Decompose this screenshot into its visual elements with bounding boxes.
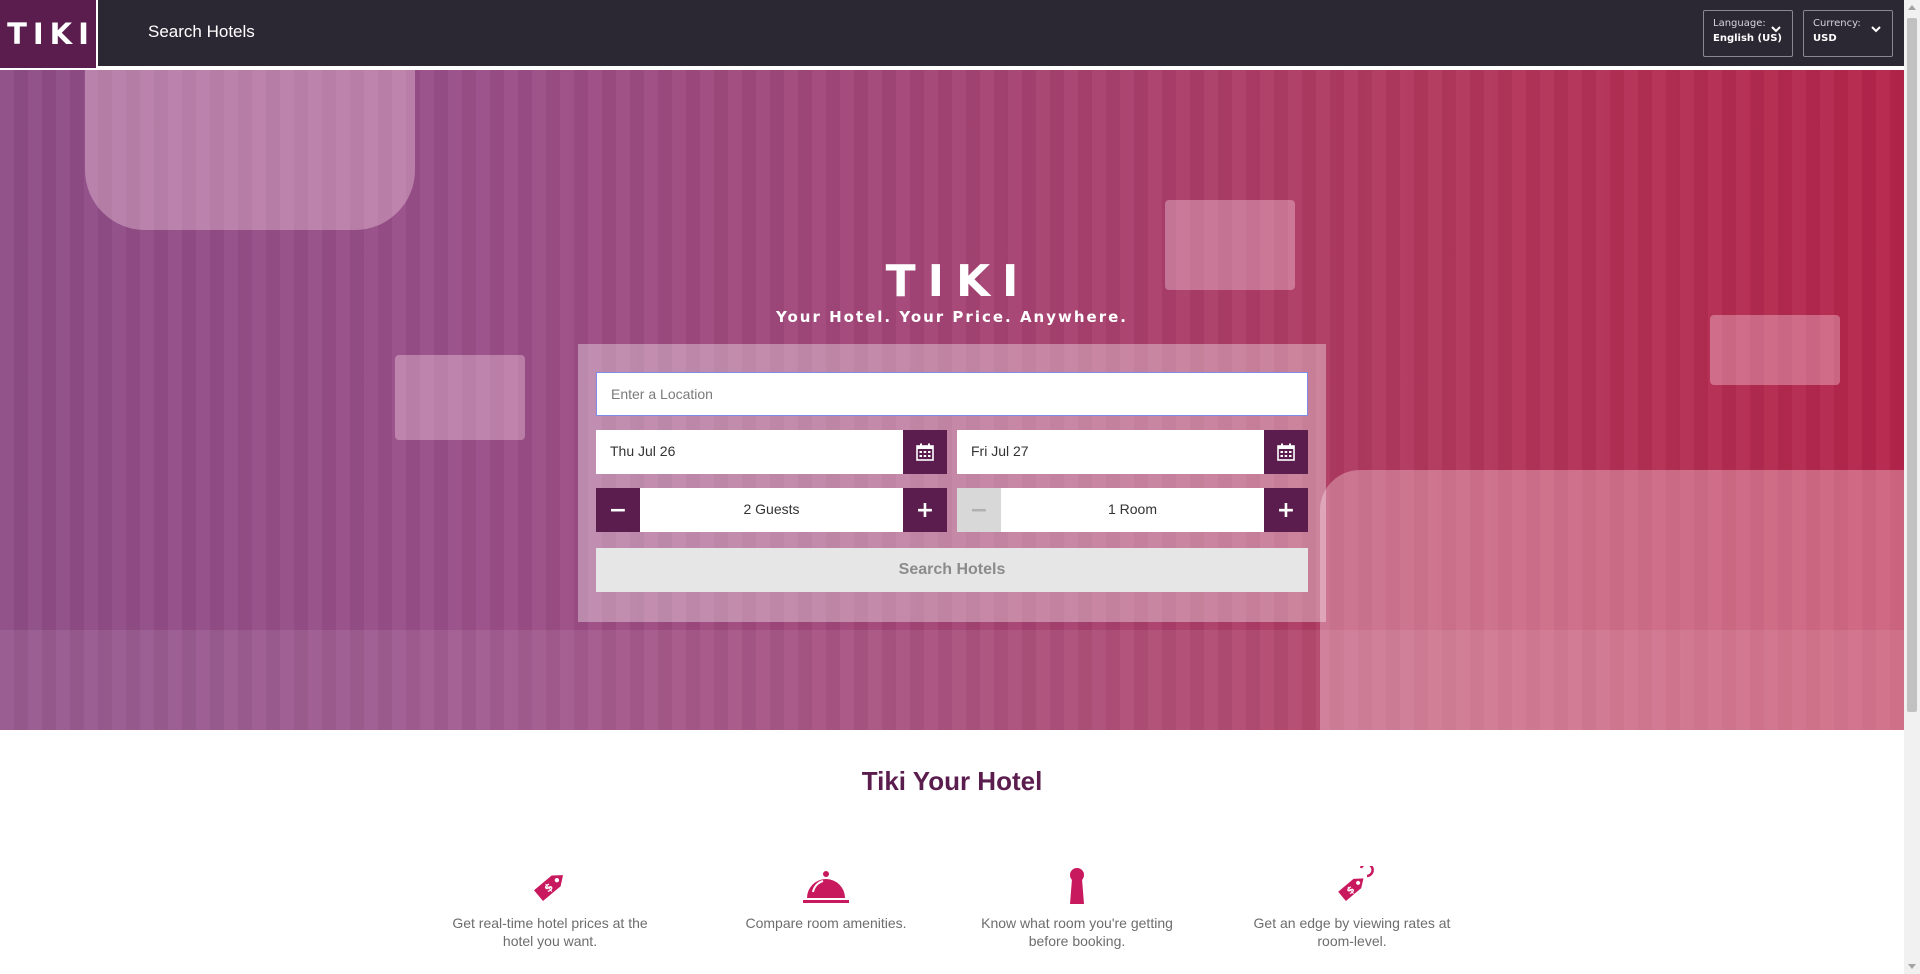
search-hotels-button[interactable]: Search Hotels <box>596 548 1308 592</box>
rooms-increment-button[interactable]: + <box>1264 488 1308 532</box>
feature-text: Get an edge by viewing rates at room-lev… <box>1253 915 1451 949</box>
language-selector[interactable]: Language: English (US) <box>1703 10 1793 57</box>
feature-text: Know what room you're getting before boo… <box>981 915 1173 949</box>
features-section-title: Tiki Your Hotel <box>861 766 1043 796</box>
scroll-up-arrow[interactable] <box>1908 5 1916 10</box>
calendar-icon <box>916 443 934 461</box>
feature-text: Compare room amenities. <box>745 915 907 931</box>
rooms-value: 1 Room <box>1107 501 1158 517</box>
page-scrollbar[interactable] <box>1904 0 1920 974</box>
guests-increment-button[interactable]: + <box>903 488 947 532</box>
search-form: Thu Jul 26 Fri Jul 27 <box>578 344 1326 622</box>
feature-item: Compare room amenities. <box>726 866 926 932</box>
nav-search-hotels-link[interactable]: Search Hotels <box>148 22 255 42</box>
page: TIKI Search Hotels Language: English (US… <box>0 0 1904 974</box>
hanging-tag-icon: $ <box>1338 866 1374 901</box>
hero-brand-title: TIKI <box>885 256 1031 307</box>
minus-icon: − <box>969 497 989 523</box>
plus-icon: + <box>915 497 935 523</box>
chevron-down-icon <box>1771 26 1781 33</box>
rooms-decrement-button[interactable]: − <box>957 488 1001 532</box>
feature-item: Know what room you're getting before boo… <box>977 866 1177 950</box>
keyhole-icon <box>1070 868 1084 904</box>
chevron-down-icon <box>1871 26 1881 33</box>
calendar-icon <box>1277 443 1295 461</box>
check-in-date-field[interactable]: Thu Jul 26 <box>596 430 947 474</box>
scroll-down-arrow[interactable] <box>1908 964 1916 969</box>
feature-text: Get real-time hotel prices at the hotel … <box>452 915 648 949</box>
scrollbar-thumb[interactable] <box>1907 18 1917 712</box>
lamp-shade-decoration <box>395 355 525 440</box>
check-in-date-value: Thu Jul 26 <box>610 443 676 459</box>
price-tag-icon: $ <box>534 875 564 902</box>
rooms-stepper: − 1 Room + <box>957 488 1308 532</box>
logo[interactable]: TIKI <box>0 0 98 68</box>
room-service-bell-icon <box>803 871 849 903</box>
currency-selector[interactable]: Currency: USD <box>1803 10 1893 57</box>
lamp-shade-decoration <box>85 70 415 230</box>
top-navbar: TIKI Search Hotels Language: English (US… <box>0 0 1904 68</box>
feature-item: $ Get an edge by viewing rates at room-l… <box>1252 866 1452 950</box>
guests-decrement-button[interactable]: − <box>596 488 640 532</box>
check-out-date-field[interactable]: Fri Jul 27 <box>957 430 1308 474</box>
floor-decoration <box>0 630 1904 730</box>
minus-icon: − <box>608 497 628 523</box>
hero-banner: TIKI Your Hotel. Your Price. Anywhere. T… <box>0 70 1904 730</box>
check-in-calendar-button[interactable] <box>903 430 947 474</box>
location-input[interactable] <box>596 372 1308 416</box>
guests-stepper: − 2 Guests + <box>596 488 947 532</box>
check-out-calendar-button[interactable] <box>1264 430 1308 474</box>
plus-icon: + <box>1276 497 1296 523</box>
hero-tagline: Your Hotel. Your Price. Anywhere. <box>775 308 1128 326</box>
check-out-date-value: Fri Jul 27 <box>971 443 1029 459</box>
feature-item: $ Get real-time hotel prices at the hote… <box>450 866 650 950</box>
guests-value: 2 Guests <box>743 501 800 517</box>
